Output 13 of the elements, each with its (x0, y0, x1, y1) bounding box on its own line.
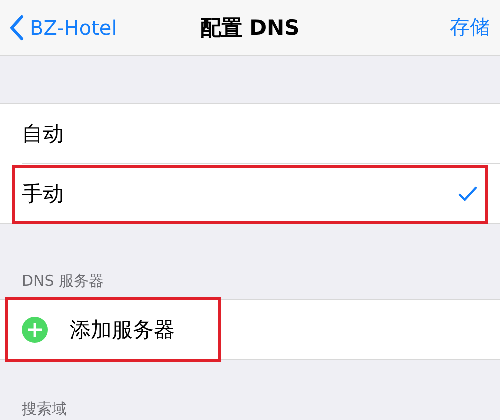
add-server-label: 添加服务器 (70, 316, 176, 344)
add-server-row[interactable]: 添加服务器 (0, 300, 500, 359)
back-button[interactable]: BZ-Hotel (10, 14, 118, 40)
add-icon (22, 316, 48, 342)
section-header: 搜索域 (22, 400, 67, 419)
screen-title: 配置 DNS (200, 14, 300, 42)
section-header: DNS 服务器 (22, 272, 104, 291)
back-chevron-icon (10, 14, 24, 40)
save-button[interactable]: 存储 (450, 14, 490, 41)
option-row[interactable]: 自动 (0, 104, 500, 163)
option-label: 自动 (22, 120, 65, 148)
option-label: 手动 (22, 180, 65, 208)
option-row[interactable]: 手动 (0, 164, 500, 223)
